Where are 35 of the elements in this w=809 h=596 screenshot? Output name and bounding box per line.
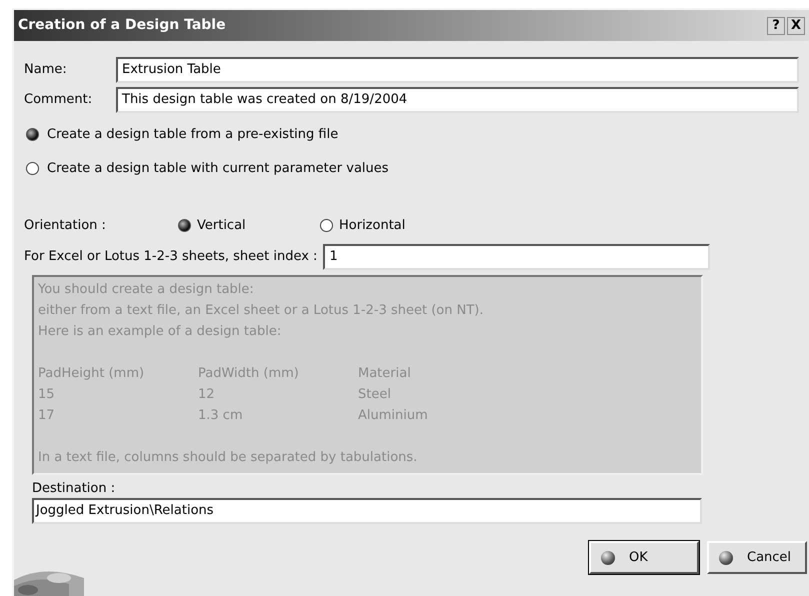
example-table-cell-text: PadHeight (mm) (38, 364, 146, 382)
sheet-index-field[interactable]: 1 (323, 244, 710, 270)
field-label: Name: (24, 61, 68, 80)
example-table-cell-text: 17 (38, 406, 56, 424)
sheet-index-label: For Excel or Lotus 1-2-3 sheets, sheet index : (24, 248, 318, 266)
info-text-line: In a text file, columns should be separated by tabulations. (38, 448, 418, 466)
radio-label: Vertical (197, 217, 246, 235)
help-button[interactable]: ? (767, 16, 785, 34)
example-table-cell-text: 1.3 cm (198, 406, 244, 424)
example-table-cell-text: 12 (198, 386, 216, 404)
orientation-label: Orientation : (24, 217, 107, 235)
radio-button[interactable] (178, 219, 191, 232)
text-field[interactable]: This design table was created on 8/19/2004 (116, 87, 799, 113)
radio-button[interactable] (320, 219, 333, 232)
example-table-cell-text: Material (358, 364, 412, 382)
radio-label: Create a design table with current parameter values (47, 160, 389, 178)
cancel-button[interactable]: Cancel (707, 541, 807, 574)
radio-button[interactable] (26, 162, 39, 175)
close-button[interactable]: X (787, 16, 805, 34)
example-table-cell-text: Steel (358, 386, 392, 404)
info-text-line: Here is an example of a design table: (38, 322, 282, 340)
info-text-line: You should create a design table: (38, 280, 255, 298)
field-label: Comment: (24, 91, 94, 110)
destination-label: Destination : (32, 480, 116, 498)
example-table-cell-text: PadWidth (mm) (198, 364, 300, 382)
text-field[interactable]: Extrusion Table (116, 57, 799, 83)
example-table-cell-text: Aluminium (358, 406, 429, 424)
radio-label: Horizontal (339, 217, 406, 235)
info-text-line: either from a text file, an Excel sheet or a Lotus 1-2-3 sheet (on NT). (38, 302, 484, 320)
ok-button[interactable]: OK (589, 541, 699, 574)
radio-label: Create a design table from a pre-existing file (47, 126, 338, 144)
example-table-cell-text: 15 (38, 386, 56, 404)
radio-button[interactable] (26, 128, 39, 142)
window-title: Creation of a Design Table (18, 16, 227, 35)
destination-field[interactable]: Joggled Extrusion\Relations (32, 498, 702, 524)
